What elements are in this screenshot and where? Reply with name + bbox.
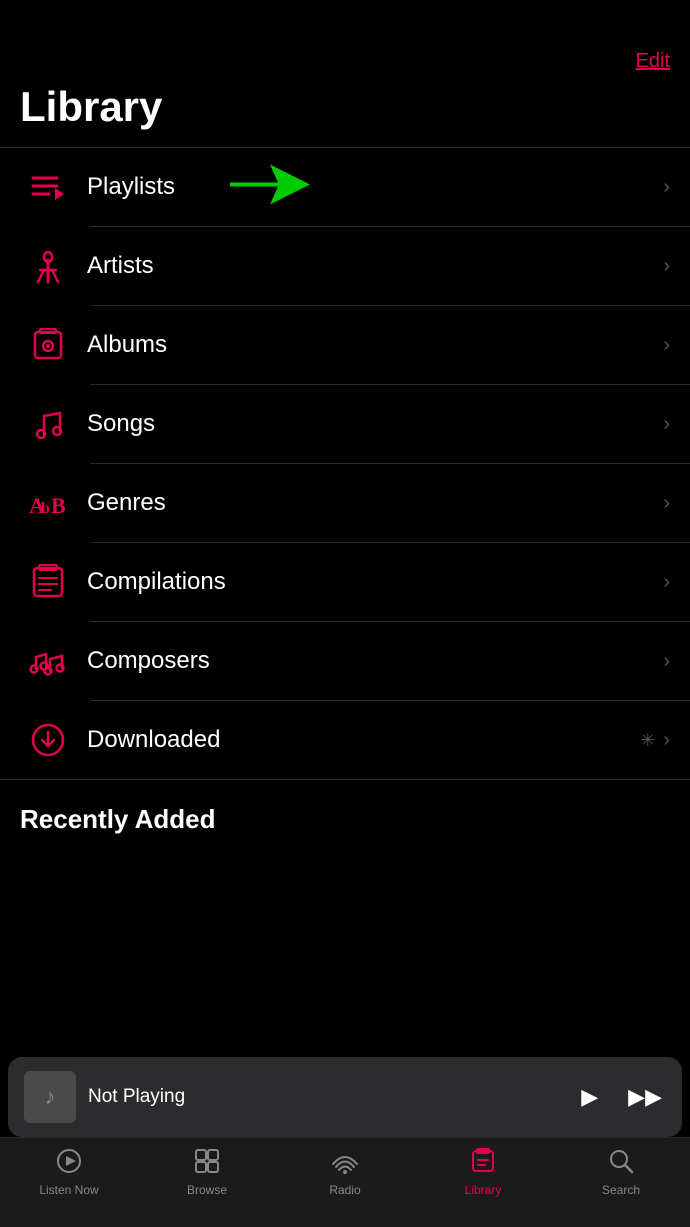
library-icon xyxy=(470,1148,496,1179)
listen-now-label: Listen Now xyxy=(39,1183,98,1197)
list-item-composers[interactable]: Composers › xyxy=(0,622,690,700)
radio-label: Radio xyxy=(329,1183,360,1197)
albums-chevron: › xyxy=(663,334,670,357)
downloaded-icon xyxy=(20,722,75,758)
list-item-downloaded[interactable]: Downloaded ✳ › xyxy=(0,701,690,779)
tab-radio[interactable]: Radio xyxy=(305,1148,385,1197)
listen-now-icon xyxy=(56,1148,82,1179)
mini-player-artwork: ♪ xyxy=(24,1071,76,1123)
list-item-genres[interactable]: A b B Genres › xyxy=(0,464,690,542)
edit-button[interactable]: Edit xyxy=(636,50,670,73)
songs-icon xyxy=(20,406,75,442)
radio-icon xyxy=(331,1148,359,1179)
compilations-label: Compilations xyxy=(87,568,663,596)
downloaded-spinner: ✳ xyxy=(640,730,655,751)
albums-icon xyxy=(20,327,75,363)
list-item-songs[interactable]: Songs › xyxy=(0,385,690,463)
tab-listen-now[interactable]: Listen Now xyxy=(29,1148,109,1197)
list-item-albums[interactable]: Albums › xyxy=(0,306,690,384)
search-label: Search xyxy=(602,1183,640,1197)
songs-label: Songs xyxy=(87,410,663,438)
svg-text:B: B xyxy=(51,493,66,518)
tab-library[interactable]: Library xyxy=(443,1148,523,1197)
composers-chevron: › xyxy=(663,650,670,673)
green-arrow-annotation xyxy=(230,163,310,212)
skip-forward-button[interactable]: ▶▶ xyxy=(624,1080,666,1114)
play-button[interactable]: ▶ xyxy=(577,1080,602,1114)
composers-label: Composers xyxy=(87,647,663,675)
artists-label: Artists xyxy=(87,252,663,280)
tab-search[interactable]: Search xyxy=(581,1148,661,1197)
music-note-icon: ♪ xyxy=(45,1084,56,1110)
genres-icon: A b B xyxy=(20,485,75,521)
downloaded-chevron: › xyxy=(663,729,670,752)
compilations-icon xyxy=(20,563,75,601)
browse-icon xyxy=(194,1148,220,1179)
genres-chevron: › xyxy=(663,492,670,515)
browse-label: Browse xyxy=(187,1183,227,1197)
artists-chevron: › xyxy=(663,255,670,278)
songs-chevron: › xyxy=(663,413,670,436)
playlists-label: Playlists xyxy=(87,173,663,201)
downloaded-label: Downloaded xyxy=(87,726,640,754)
library-label: Library xyxy=(465,1183,502,1197)
mini-player[interactable]: ♪ Not Playing ▶ ▶▶ xyxy=(8,1057,682,1137)
page-title: Library xyxy=(20,83,670,131)
mini-player-controls: ▶ ▶▶ xyxy=(577,1080,666,1114)
tab-bar: Listen Now Browse Radio xyxy=(0,1137,690,1227)
mini-player-title: Not Playing xyxy=(88,1086,577,1108)
page-title-wrap: Library xyxy=(0,83,690,147)
playlists-chevron: › xyxy=(663,176,670,199)
list-item-artists[interactable]: Artists › xyxy=(0,227,690,305)
library-list: Playlists › Artists › xyxy=(0,148,690,780)
svg-text:b: b xyxy=(41,500,50,517)
albums-label: Albums xyxy=(87,331,663,359)
composers-icon xyxy=(20,643,75,679)
genres-label: Genres xyxy=(87,489,663,517)
list-item-compilations[interactable]: Compilations › xyxy=(0,543,690,621)
tab-browse[interactable]: Browse xyxy=(167,1148,247,1197)
artists-icon xyxy=(20,248,75,284)
recently-added-heading: Recently Added xyxy=(0,780,690,835)
search-icon xyxy=(608,1148,634,1179)
header: Edit xyxy=(0,0,690,83)
playlists-icon xyxy=(20,168,75,206)
compilations-chevron: › xyxy=(663,571,670,594)
list-item-playlists[interactable]: Playlists › xyxy=(0,148,690,226)
